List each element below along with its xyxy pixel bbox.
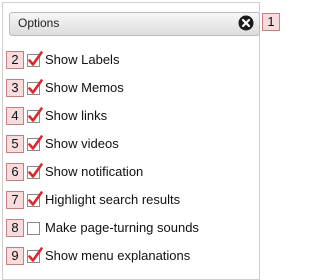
option-label: Show menu explanations: [45, 248, 191, 263]
number-badge: 2: [6, 51, 24, 69]
checkbox-checked[interactable]: [26, 51, 43, 68]
options-title: Options: [18, 16, 60, 30]
number-badge: 5: [6, 135, 24, 153]
checkbox-checked[interactable]: [26, 107, 43, 124]
option-label: Show Labels: [45, 52, 120, 67]
option-label: Highlight search results: [45, 192, 181, 207]
number-badge: 4: [6, 107, 24, 125]
options-panel: Options 2 Show Labels 3 Show Memos 4 Sho…: [2, 2, 260, 280]
checkbox-checked[interactable]: [26, 247, 43, 264]
checkbox-checked[interactable]: [26, 135, 43, 152]
number-badge: 9: [6, 247, 24, 265]
close-icon[interactable]: [238, 15, 254, 31]
option-label: Show videos: [45, 136, 119, 151]
checkbox-unchecked[interactable]: [26, 219, 43, 236]
checkbox-checked[interactable]: [26, 191, 43, 208]
number-badge: 8: [6, 219, 24, 237]
checkbox-checked[interactable]: [26, 79, 43, 96]
title-number-badge: 1: [262, 13, 280, 31]
option-label: Show links: [45, 108, 108, 123]
checkbox-checked[interactable]: [26, 163, 43, 180]
option-label: Show notification: [45, 164, 144, 179]
number-badge: 3: [6, 79, 24, 97]
option-label: Show Memos: [45, 80, 124, 95]
number-badge: 7: [6, 191, 24, 209]
options-header: Options: [9, 12, 260, 36]
number-badge: 6: [6, 163, 24, 181]
option-label: Make page-turning sounds: [45, 220, 199, 235]
